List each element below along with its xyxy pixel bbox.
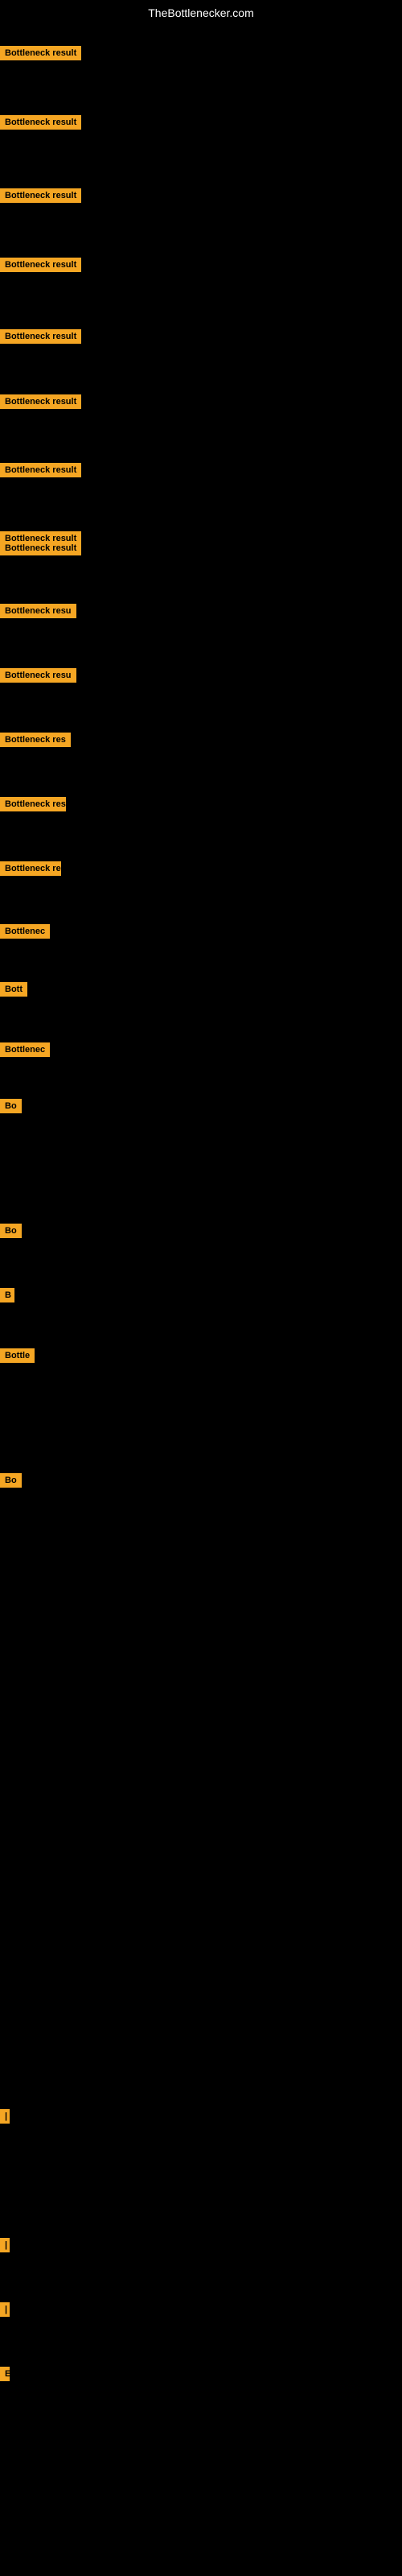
bottleneck-badge-5[interactable]: Bottleneck result [0, 329, 81, 348]
bottleneck-badge-16[interactable]: Bott [0, 982, 27, 1001]
bottleneck-badge-17[interactable]: Bottlenec [0, 1042, 50, 1061]
badge-label-16: Bott [0, 982, 27, 997]
badge-label-26: E [0, 2367, 10, 2381]
badge-label-23: | [0, 2109, 10, 2124]
badge-label-1: Bottleneck result [0, 46, 81, 60]
badge-label-5: Bottleneck result [0, 329, 81, 344]
badge-label-9: Bottleneck result [0, 541, 81, 555]
badge-label-19: Bo [0, 1224, 22, 1238]
badge-label-14: Bottleneck re [0, 861, 61, 876]
bottleneck-badge-6[interactable]: Bottleneck result [0, 394, 81, 413]
bottleneck-badge-9[interactable]: Bottleneck result [0, 541, 81, 559]
badge-label-21: Bottle [0, 1348, 35, 1363]
bottleneck-badge-13[interactable]: Bottleneck res [0, 797, 66, 815]
bottleneck-badge-3[interactable]: Bottleneck result [0, 188, 81, 207]
bottleneck-badge-18[interactable]: Bo [0, 1099, 22, 1117]
badge-label-22: Bo [0, 1473, 22, 1488]
bottleneck-badge-1[interactable]: Bottleneck result [0, 46, 81, 64]
bottleneck-badge-7[interactable]: Bottleneck result [0, 463, 81, 481]
badge-label-6: Bottleneck result [0, 394, 81, 409]
bottleneck-badge-25[interactable]: | [0, 2302, 5, 2321]
badge-label-4: Bottleneck result [0, 258, 81, 272]
badge-label-10: Bottleneck resu [0, 604, 76, 618]
badge-label-2: Bottleneck result [0, 115, 81, 130]
badge-label-13: Bottleneck res [0, 797, 66, 811]
bottleneck-badge-4[interactable]: Bottleneck result [0, 258, 81, 276]
badge-label-24: | [0, 2238, 10, 2252]
badge-label-3: Bottleneck result [0, 188, 81, 203]
bottleneck-badge-12[interactable]: Bottleneck res [0, 733, 71, 751]
badge-label-20: B [0, 1288, 14, 1302]
bottleneck-badge-19[interactable]: Bo [0, 1224, 22, 1242]
bottleneck-badge-24[interactable]: | [0, 2238, 5, 2256]
site-title: TheBottlenecker.com [0, 0, 402, 26]
bottleneck-badge-22[interactable]: Bo [0, 1473, 22, 1492]
bottleneck-badge-15[interactable]: Bottlenec [0, 924, 50, 943]
badge-label-15: Bottlenec [0, 924, 50, 939]
bottleneck-badge-10[interactable]: Bottleneck resu [0, 604, 76, 622]
bottleneck-badge-20[interactable]: B [0, 1288, 14, 1307]
bottleneck-badge-2[interactable]: Bottleneck result [0, 115, 81, 134]
bottleneck-badge-11[interactable]: Bottleneck resu [0, 668, 76, 687]
badge-label-18: Bo [0, 1099, 22, 1113]
badge-label-25: | [0, 2302, 10, 2317]
bottleneck-badge-14[interactable]: Bottleneck re [0, 861, 61, 880]
badge-label-12: Bottleneck res [0, 733, 71, 747]
badge-label-11: Bottleneck resu [0, 668, 76, 683]
bottleneck-badge-23[interactable]: | [0, 2109, 5, 2128]
bottleneck-badge-21[interactable]: Bottle [0, 1348, 35, 1367]
badge-label-17: Bottlenec [0, 1042, 50, 1057]
badge-label-7: Bottleneck result [0, 463, 81, 477]
bottleneck-badge-26[interactable]: E [0, 2367, 5, 2385]
